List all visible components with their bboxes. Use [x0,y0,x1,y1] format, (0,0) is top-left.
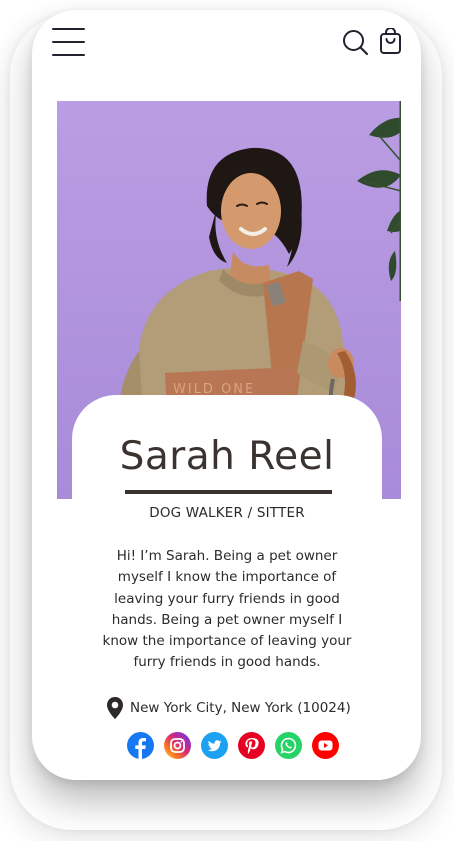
profile-card: Sarah Reel DOG WALKER / SITTER Hi! I’m S… [72,395,382,780]
profile-bio: Hi! I’m Sarah. Being a pet owner myself … [102,548,352,671]
menu-line [52,28,85,30]
search-icon[interactable] [341,28,371,58]
menu-line [52,54,85,56]
shopping-bag-icon[interactable] [378,27,404,56]
location: New York City, New York (10024) [106,695,351,721]
social-links [127,732,339,759]
instagram-icon[interactable] [164,732,191,759]
menu-line [52,41,85,43]
profile-name: Sarah Reel [119,434,335,479]
twitter-icon[interactable] [201,732,228,759]
facebook-icon[interactable] [127,732,154,759]
youtube-icon[interactable] [312,732,339,759]
whatsapp-icon[interactable] [275,732,302,759]
name-underline [125,490,332,494]
profile-role: DOG WALKER / SITTER [149,505,305,521]
phone-screen: WILD ONE Sarah Reel DOG WALKER / SITTER … [32,10,421,780]
location-pin-icon [107,697,123,719]
hamburger-menu-icon[interactable] [52,26,86,60]
pinterest-icon[interactable] [238,732,265,759]
location-text: New York City, New York (10024) [130,700,351,716]
